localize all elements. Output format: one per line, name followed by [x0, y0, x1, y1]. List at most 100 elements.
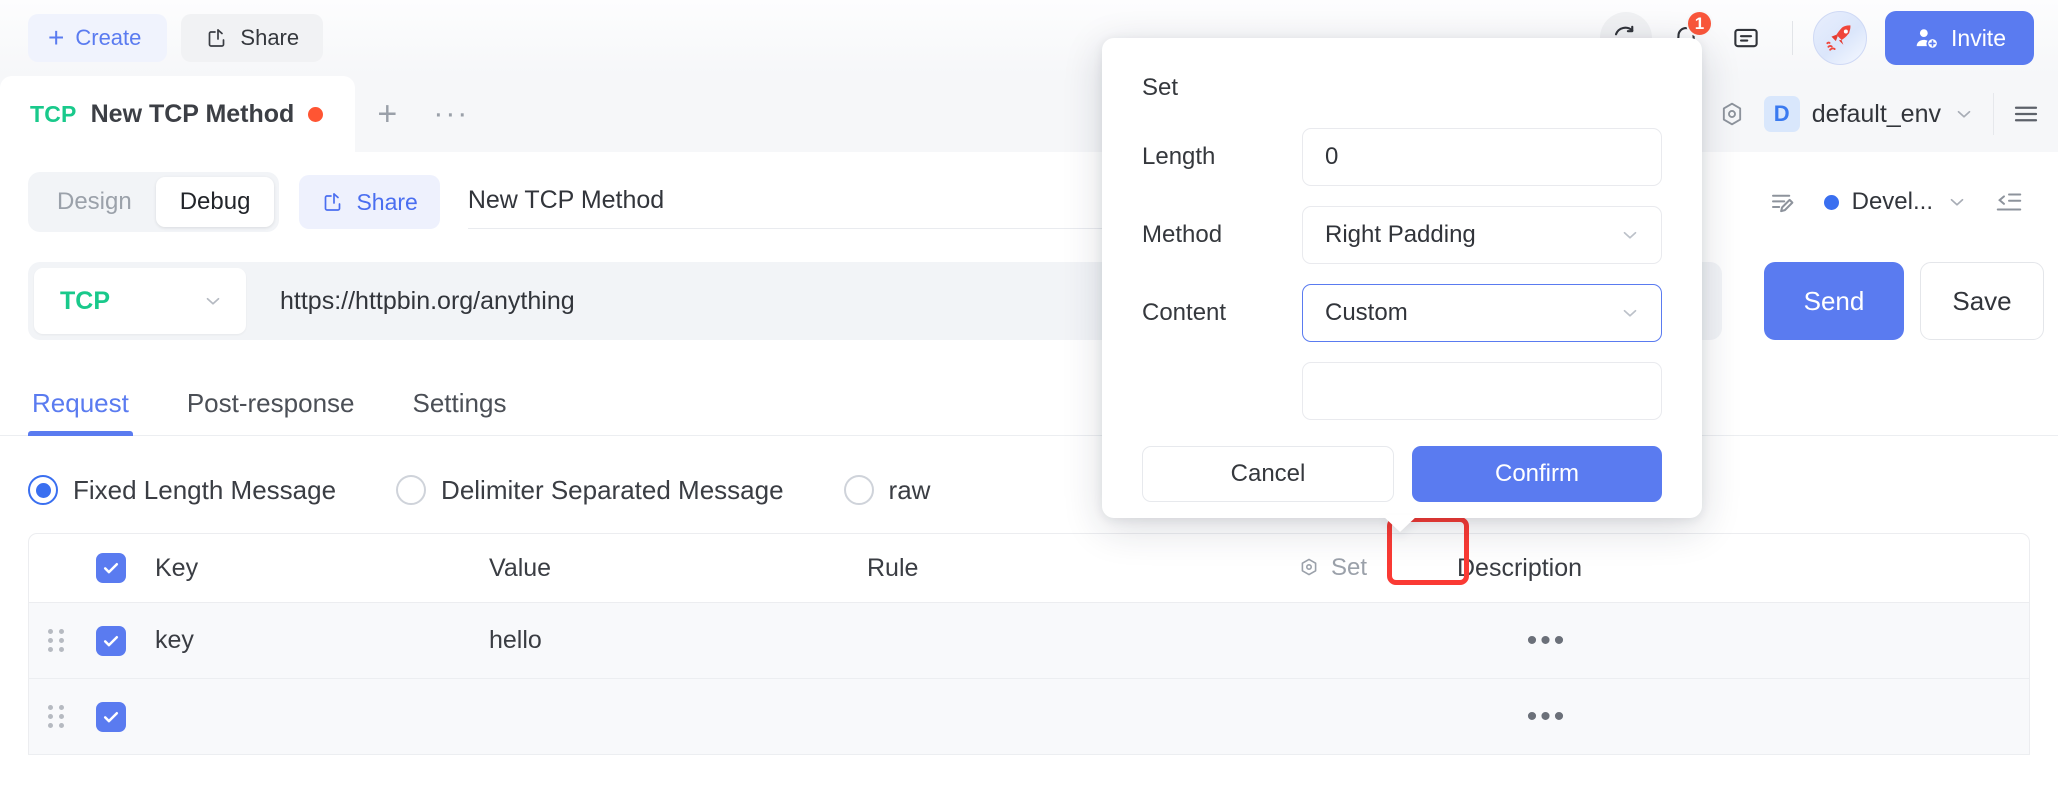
- tab-strip: TCP New TCP Method + ··· D default_env: [0, 76, 2058, 152]
- notification-badge: 1: [1686, 10, 1714, 37]
- toolbar-divider: [1792, 21, 1794, 55]
- header-select-all-checkbox-cell: [83, 553, 139, 583]
- row-checkbox[interactable]: [96, 701, 126, 732]
- top-bar: + Create Share 1 Invite: [0, 0, 2058, 76]
- rocket-button[interactable]: [1813, 11, 1868, 65]
- cancel-button[interactable]: Cancel: [1142, 446, 1394, 502]
- radio-label: raw: [888, 474, 931, 505]
- row-drag-handle[interactable]: [29, 629, 83, 652]
- field-label-content: Content: [1142, 299, 1227, 326]
- tab-settings[interactable]: Settings: [409, 388, 511, 435]
- mode-segmented-control: Design Debug: [28, 172, 280, 232]
- document-tab[interactable]: TCP New TCP Method: [0, 76, 356, 152]
- save-button[interactable]: Save: [1920, 262, 2044, 340]
- env-name: default_env: [1811, 99, 1941, 128]
- env-settings-icon[interactable]: [1718, 100, 1746, 128]
- chevron-down-icon: [1953, 103, 1975, 125]
- drag-handle-icon: [47, 629, 65, 652]
- radio-icon: [843, 475, 874, 505]
- invite-person-icon: [1913, 25, 1939, 51]
- length-input[interactable]: 0: [1302, 128, 1662, 186]
- popover-field-custom-content: [1142, 362, 1662, 420]
- radio-label: Fixed Length Message: [73, 474, 337, 505]
- edit-description-icon[interactable]: [1768, 187, 1798, 217]
- row-drag-handle[interactable]: [29, 705, 83, 728]
- tab-more-button[interactable]: ···: [419, 76, 483, 152]
- status-selector[interactable]: Devel...: [1823, 188, 1968, 216]
- share-button[interactable]: Share: [181, 14, 324, 62]
- length-input-value: 0: [1325, 143, 1339, 170]
- panel-toggle-button[interactable]: [1720, 12, 1772, 64]
- tab-design[interactable]: Design: [33, 177, 156, 227]
- row-checkbox-cell: [83, 701, 139, 732]
- protocol-selector[interactable]: TCP: [34, 268, 246, 334]
- request-tabs: Request Post-response Settings: [0, 360, 2058, 436]
- custom-content-input[interactable]: [1302, 362, 1662, 420]
- collapse-panel-icon[interactable]: [1994, 187, 2024, 217]
- chevron-down-icon: [1619, 302, 1641, 324]
- invite-button-label: Invite: [1951, 24, 2006, 51]
- unsaved-indicator-dot: [308, 106, 324, 122]
- parameters-table: Key Value Rule Set Description key hello…: [28, 517, 2030, 755]
- top-bar-left: + Create Share: [0, 14, 324, 62]
- table-row[interactable]: key hello •••: [28, 603, 2030, 679]
- method-select-value: Right Padding: [1325, 221, 1476, 248]
- field-label-method: Method: [1142, 221, 1223, 248]
- rocket-icon: [1824, 22, 1856, 54]
- env-badge: D: [1763, 96, 1800, 132]
- radio-icon: [28, 475, 58, 505]
- rule-settings-icon[interactable]: [1297, 556, 1321, 580]
- row-checkbox[interactable]: [96, 625, 126, 656]
- protocol-label: TCP: [60, 286, 110, 315]
- row-more-button[interactable]: •••: [1457, 624, 1637, 658]
- table-row[interactable]: •••: [28, 679, 2030, 755]
- header-key: Key: [155, 553, 199, 582]
- plus-icon: +: [48, 22, 65, 53]
- popover-actions: Cancel Confirm: [1142, 446, 1662, 502]
- row-key-input[interactable]: key: [139, 626, 489, 655]
- share-icon: [205, 26, 229, 50]
- share-method-button[interactable]: Share: [299, 175, 440, 229]
- row-more-button[interactable]: •••: [1457, 700, 1637, 734]
- app-root: + Create Share 1 Invite TCP New TCP Meth…: [0, 0, 2058, 794]
- row-value-input[interactable]: hello: [489, 626, 867, 655]
- field-label-length: Length: [1142, 143, 1216, 170]
- radio-delimiter-separated-message[interactable]: Delimiter Separated Message: [396, 475, 784, 506]
- send-button[interactable]: Send: [1764, 262, 1904, 340]
- status-dot: [1823, 194, 1839, 210]
- status-label: Devel...: [1851, 188, 1933, 215]
- tab-request[interactable]: Request: [28, 388, 133, 436]
- row-checkbox-cell: [83, 625, 139, 656]
- tab-post-response[interactable]: Post-response: [183, 388, 359, 435]
- set-rule-popover: Set Length 0 Method Right Padding Conten…: [1102, 38, 1702, 518]
- environment-selector[interactable]: D default_env: [1746, 76, 1993, 152]
- radio-raw[interactable]: raw: [843, 474, 931, 506]
- create-button-label: Create: [75, 25, 142, 50]
- panel-icon: [1731, 23, 1761, 53]
- header-value: Value: [489, 553, 552, 582]
- share-method-label: Share: [356, 188, 418, 215]
- confirm-button[interactable]: Confirm: [1412, 446, 1662, 502]
- tab-protocol-tag: TCP: [30, 100, 77, 127]
- method-name-input[interactable]: New TCP Method: [467, 175, 1108, 229]
- method-select[interactable]: Right Padding: [1302, 206, 1662, 264]
- radio-fixed-length-message[interactable]: Fixed Length Message: [28, 475, 336, 506]
- share-button-label: Share: [240, 25, 300, 50]
- table-header-row: Key Value Rule Set Description: [28, 517, 2030, 603]
- create-button[interactable]: + Create: [28, 14, 168, 62]
- content-select[interactable]: Custom: [1302, 284, 1662, 342]
- select-all-checkbox[interactable]: [96, 553, 126, 583]
- invite-button[interactable]: Invite: [1885, 11, 2034, 65]
- tab-strip-right: D default_env: [1718, 76, 2058, 152]
- popover-field-content: Content Custom: [1142, 284, 1662, 342]
- drag-handle-icon: [47, 705, 65, 728]
- set-button[interactable]: Set: [1331, 554, 1367, 582]
- popover-title: Set: [1142, 74, 1179, 101]
- tab-debug[interactable]: Debug: [155, 177, 275, 227]
- new-tab-button[interactable]: +: [355, 76, 419, 152]
- popover-field-method: Method Right Padding: [1142, 206, 1662, 264]
- hamburger-icon: [2011, 99, 2041, 129]
- url-input[interactable]: https://httpbin.org/anything: [280, 287, 575, 316]
- chevron-down-icon: [1946, 191, 1968, 213]
- menu-button[interactable]: [1994, 76, 2058, 152]
